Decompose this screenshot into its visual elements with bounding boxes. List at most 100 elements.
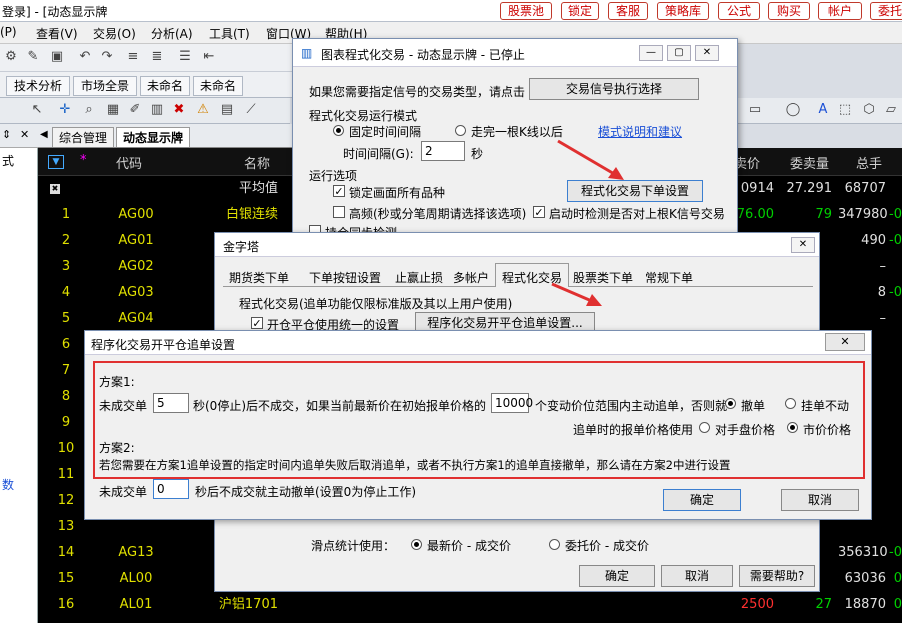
close-icon[interactable]: ✕ [791,237,815,253]
quick-order-button[interactable]: 委托 [870,2,902,20]
header-ask-qty[interactable]: 委卖量 [790,153,829,172]
plan2-unfilled-label: 未成交单 [99,485,148,499]
delete-icon[interactable]: ✖ [170,102,188,118]
plan2-seconds-input[interactable]: 0 [153,479,189,499]
tab-stop[interactable]: 止赢止损 [395,269,443,286]
high-freq-checkbox[interactable] [333,206,345,218]
left-pane-label-bottom: 数 [2,478,15,492]
tab-multi-account[interactable]: 多帐户 [453,269,489,286]
row-code: AL01 [119,597,153,612]
rect-tool-icon[interactable]: ▭ [746,102,764,118]
tab-market[interactable]: 市场全景 [73,76,137,96]
minimize-icon[interactable]: — [639,45,663,61]
menu-view[interactable]: 查看(V) [36,25,78,42]
row-code: AG02 [118,259,154,274]
unified-checkbox[interactable]: ✓ [251,317,263,329]
more-tool-icon[interactable]: ▱ [882,102,900,118]
row-number: 14 [57,545,75,560]
menu-tools[interactable]: 工具(T) [209,25,250,42]
jinzita-ok-button[interactable]: 确定 [579,565,655,587]
quick-formula-button[interactable]: 公式 [718,2,760,20]
zoom-icon[interactable]: ⌕ [80,102,98,118]
signal-select-button[interactable]: 交易信号执行选择 [529,78,699,100]
cursor-icon[interactable]: ↖ [28,102,46,118]
tab-scroll-left-icon[interactable]: ◀ [40,129,48,140]
list-icon[interactable]: ☰ [176,49,194,65]
followup-title: 程序化交易开平仓追单设置 [91,338,236,352]
tab-regular-order[interactable]: 常规下单 [645,269,693,286]
quick-strategy-button[interactable]: 策略库 [657,2,709,20]
shape-tool-icon[interactable]: ⬡ [860,102,878,118]
tab-unnamed-1[interactable]: 未命名 [140,76,190,96]
close-icon[interactable]: ✕ [20,128,29,141]
checkbox-icon[interactable]: ✖ [50,184,60,194]
average-label: 平均值 [238,181,278,196]
tab-dynamic-board[interactable]: 动态显示牌 [116,127,191,147]
quick-stock-pool-button[interactable]: 股票池 [500,2,552,20]
column-menu-icon[interactable]: ▼ [48,155,64,169]
quick-account-button[interactable]: 帐户 [818,2,862,20]
row-number: 2 [61,233,71,248]
quick-buy-button[interactable]: 购买 [768,2,810,20]
header-total[interactable]: 总手 [856,153,882,172]
quick-lock-button[interactable]: 锁定 [561,2,599,20]
row-number: 3 [61,259,71,274]
row-name: 沪铝1701 [218,597,278,612]
redo-icon[interactable]: ↷ [98,49,116,65]
row-tail: 0 [893,571,902,586]
lock-all-checkbox[interactable]: ✓ [333,185,345,197]
align-right-icon[interactable]: ≣ [148,49,166,65]
tab-unnamed-2[interactable]: 未命名 [193,76,243,96]
settings-icon[interactable]: ⚙ [2,49,20,65]
tab-overview[interactable]: 综合管理 [52,127,115,147]
pin-icon[interactable]: ⇕ [2,128,11,141]
followup-dialog: 程序化交易开平仓追单设置 ✕ 方案1: 未成交单 5 秒(0停止)后不成交，如果… [84,330,872,520]
row-total: 347980 [838,207,888,222]
tab-technical[interactable]: 技术分析 [6,76,70,96]
table-row[interactable]: 16 AL01 沪铝1701 2500 27 18870 0 [38,592,902,618]
mode-kline-radio[interactable] [455,125,466,136]
followup-ok-button[interactable]: 确定 [663,489,741,511]
undo-icon[interactable]: ↶ [76,49,94,65]
followup-cancel-button[interactable]: 取消 [781,489,859,511]
warning-icon[interactable]: ⚠ [194,102,212,118]
left-pane-header: ⇕ ✕ [0,124,38,148]
slip-order-radio[interactable] [549,539,560,550]
jinzita-help-button[interactable]: 需要帮助? [739,565,815,587]
chart-icon[interactable]: ▥ [148,102,166,118]
page-tabs: ◀ 综合管理 动态显示牌 [38,124,308,148]
header-name[interactable]: 名称 [244,153,270,172]
format-icon[interactable]: ⇤ [200,49,218,65]
close-icon[interactable]: ✕ [825,333,865,351]
menu-analysis[interactable]: 分析(A) [151,25,193,42]
menu-trade[interactable]: 交易(O) [93,25,136,42]
quick-service-button[interactable]: 客服 [608,2,648,20]
interval-label: 时间间隔(G): [343,147,414,161]
text-tool-icon[interactable]: A [814,102,832,118]
tab-futures-order[interactable]: 期货类下单 [229,269,289,286]
grid-icon[interactable]: ▦ [104,102,122,118]
interval-input[interactable]: 2 [421,141,465,161]
auto-check-checkbox[interactable]: ✓ [533,206,545,218]
crosshair-icon[interactable]: ✛ [56,102,74,118]
maximize-icon[interactable]: ▢ [667,45,691,61]
left-pane-label-top: 式 [2,154,15,168]
mode-fixed-radio[interactable] [333,125,344,136]
header-code[interactable]: 代码 [116,153,142,172]
tab-order-buttons[interactable]: 下单按钮设置 [309,269,381,286]
row-tail: 0 [893,597,902,612]
close-icon[interactable]: ✕ [695,45,719,61]
program-trade-section: 程式化交易(追单功能仅限标准版及其以上用户使用) [239,297,513,311]
slip-latest-radio[interactable] [411,539,422,550]
align-left-icon[interactable]: ≡ [124,49,142,65]
tools-icon[interactable]: ✎ [24,49,42,65]
jinzita-cancel-button[interactable]: 取消 [661,565,733,587]
table-icon[interactable]: ▤ [218,102,236,118]
circle-tool-icon[interactable]: ◯ [784,102,802,118]
select-tool-icon[interactable]: ⬚ [836,102,854,118]
trend-icon[interactable]: ⟋ [242,102,260,118]
image-icon[interactable]: ▣ [48,49,66,65]
edit-icon[interactable]: ✐ [126,102,144,118]
menu-item[interactable]: (P) [0,25,17,39]
plan2-text2: 秒后不成交就主动撤单(设置0为停止工作) [195,485,416,499]
